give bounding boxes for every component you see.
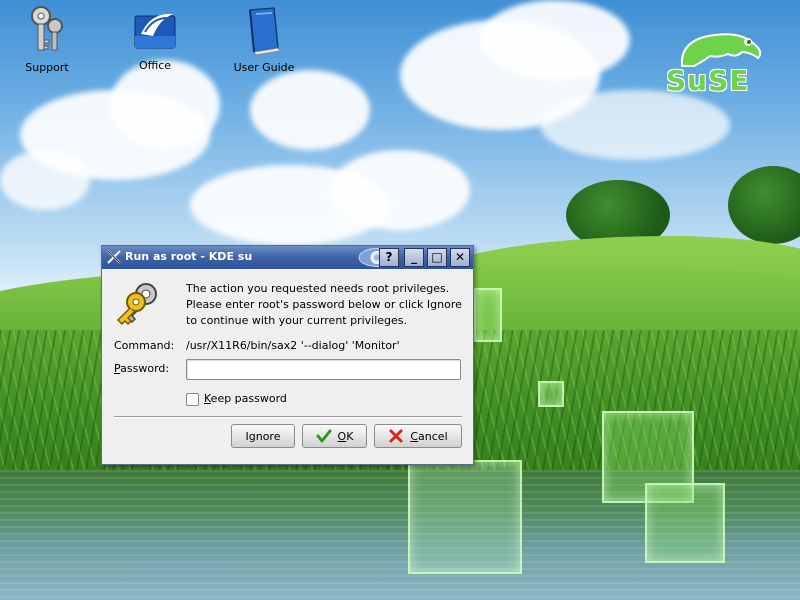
dialog-title: Run as root - KDE su [125, 250, 253, 263]
separator [114, 416, 462, 418]
keys-icon [116, 283, 157, 326]
cancel-rest: ancel [418, 429, 448, 443]
keep-password-rest: eep password [210, 392, 287, 405]
close-button[interactable]: ✕ [450, 248, 470, 267]
glass-square [474, 288, 502, 342]
dialog-message: The action you requested needs root priv… [186, 281, 466, 329]
book-icon [249, 7, 281, 56]
glass-square [538, 381, 564, 407]
desktop-icon-label: Support [25, 61, 69, 74]
message-line: Please enter root's password below or cl… [186, 298, 462, 311]
glass-square [645, 483, 725, 563]
cancel-mnemonic: C [410, 429, 419, 443]
command-value: /usr/X11R6/bin/sax2 '--dialog' 'Monitor' [186, 339, 400, 352]
keep-password-mnemonic: K [204, 392, 211, 405]
message-line: The action you requested needs root priv… [186, 282, 450, 295]
ok-button-label: OK [338, 430, 354, 443]
maximize-button[interactable]: □ [427, 248, 447, 267]
cloud [0, 150, 90, 210]
password-input[interactable] [186, 359, 461, 380]
password-label-rest: assword: [120, 362, 170, 375]
message-line: to continue with your current privileges… [186, 314, 408, 327]
checkmark-icon [316, 429, 332, 443]
cancel-x-icon [389, 429, 403, 443]
cloud [250, 70, 370, 150]
cloud [110, 60, 220, 150]
desktop-icon-label: User Guide [233, 61, 295, 74]
glass-square [408, 460, 522, 574]
cancel-button-label: Cancel [410, 430, 447, 443]
keep-password-label[interactable]: Keep password [204, 392, 287, 405]
tree [728, 166, 800, 244]
cloud [330, 150, 470, 230]
suse-logo-text: SuSE [666, 64, 750, 97]
dialog-titlebar[interactable]: Run as root - KDE su ? _ □ ✕ [102, 246, 473, 269]
window-menu-icon[interactable] [106, 249, 122, 265]
ok-rest: K [346, 429, 354, 443]
ok-button[interactable]: OK [302, 424, 367, 448]
cancel-button[interactable]: Cancel [374, 424, 462, 448]
keep-password-checkbox[interactable] [186, 393, 199, 406]
ignore-button[interactable]: Ignore [231, 424, 295, 448]
command-label: Command: [114, 339, 175, 352]
cloud [540, 90, 730, 160]
desktop-icon-support[interactable]: Support [7, 4, 87, 74]
office-icon [134, 13, 176, 49]
ignore-button-label: Ignore [245, 429, 281, 443]
ok-mnemonic: O [337, 429, 347, 443]
desktop-icon-office[interactable]: Office [115, 6, 195, 72]
desktop-icon-label: Office [138, 59, 172, 72]
minimize-button[interactable]: _ [404, 248, 424, 267]
suse-logo: SuSE [662, 28, 772, 98]
desktop-icon-user-guide[interactable]: User Guide [224, 4, 304, 74]
cloud [480, 0, 630, 80]
help-button[interactable]: ? [379, 248, 399, 267]
keys-icon [31, 6, 63, 51]
kdesu-dialog: Run as root - KDE su ? _ □ ✕ The action … [101, 245, 474, 465]
password-label: Password: [114, 362, 169, 375]
gecko-icon [680, 33, 762, 67]
